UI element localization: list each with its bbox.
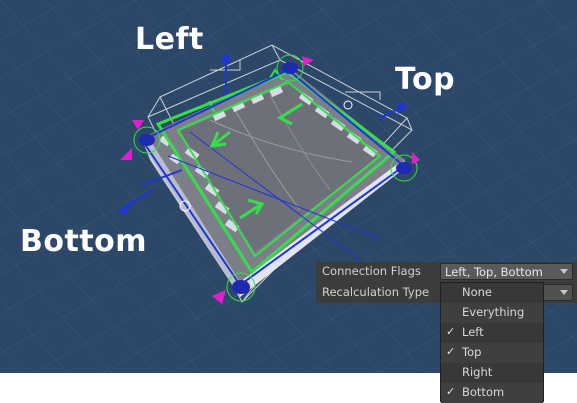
menu-item-label: Left (462, 325, 484, 339)
recalculation-type-label: Recalculation Type (322, 285, 430, 299)
connection-flags-value: Left, Top, Bottom (445, 265, 543, 279)
menu-item-label: Bottom (462, 385, 505, 399)
menu-item-left[interactable]: ✓ Left (441, 323, 543, 343)
chevron-down-icon (560, 290, 568, 295)
menu-item-right[interactable]: Right (441, 363, 543, 383)
connection-flags-dropdown[interactable]: Left, Top, Bottom (440, 263, 573, 280)
menu-item-check: ✓ (446, 385, 456, 398)
menu-item-check: ✓ (446, 325, 456, 338)
connection-flags-label: Connection Flags (322, 264, 421, 278)
menu-item-top[interactable]: ✓ Top (441, 343, 543, 363)
callout-bottom: Bottom (20, 224, 148, 259)
callout-left: Left (135, 22, 204, 57)
menu-item-label: Everything (462, 305, 525, 319)
menu-item-check: ✓ (446, 345, 456, 358)
menu-item-none[interactable]: None (441, 283, 543, 303)
callout-top: Top (395, 62, 456, 97)
menu-item-everything[interactable]: Everything (441, 303, 543, 323)
menu-item-label: None (462, 285, 493, 299)
connection-flags-row: Connection Flags Left, Top, Bottom (316, 262, 577, 282)
menu-item-bottom[interactable]: ✓ Bottom (441, 383, 543, 403)
menu-item-label: Right (462, 365, 493, 379)
menu-item-label: Top (462, 345, 482, 359)
chevron-down-icon (560, 269, 568, 274)
connection-flags-menu: None Everything ✓ Left ✓ Top Right ✓ Bot… (440, 282, 544, 403)
